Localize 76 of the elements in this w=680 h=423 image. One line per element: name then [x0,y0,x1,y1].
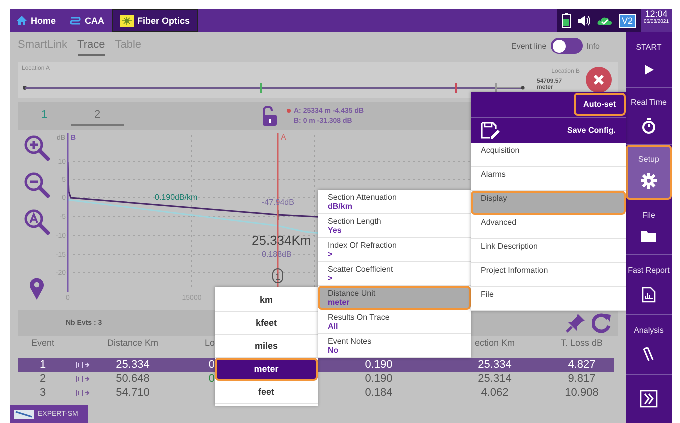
cursor-dot [287,109,291,113]
table-cell[interactable]: 4.062 [440,386,550,400]
slope-label: 0.190dB/km [155,193,198,202]
home-icon [17,16,27,25]
gear-icon [641,173,657,190]
speaker-icon [576,14,591,26]
stopwatch-icon [642,118,656,134]
setup-option[interactable]: Acquisition [471,143,626,167]
setting-row[interactable]: Section Attenuation dB/km [318,190,471,214]
pushpin-icon[interactable] [566,313,586,333]
setup-option[interactable]: Link Description [471,239,626,263]
setup-option[interactable]: Project Information [471,263,626,287]
cloud-check-icon [596,16,613,26]
double-line-icon [70,16,82,25]
close-button[interactable] [586,67,612,93]
column-header: Distance Km [106,338,160,348]
column-header: Event [30,338,56,348]
location-pin-icon[interactable] [28,278,44,300]
zoom-out-icon[interactable] [24,172,50,198]
save-config-button[interactable]: Save Config. [471,117,626,143]
column-header: ection Km [474,338,516,348]
refresh-icon[interactable] [592,313,612,333]
table-cell[interactable]: 9.817 [550,372,614,386]
setting-row[interactable]: Scatter Coefficient > [318,262,471,286]
unit-option[interactable]: feet [215,381,318,404]
top-tab[interactable]: CAA [63,9,112,32]
table-cell[interactable]: 54.710 [98,386,168,400]
folder-icon [641,230,657,244]
column-header: T. Loss dB [560,338,604,348]
table-cell[interactable]: 10.908 [550,386,614,400]
setting-row[interactable]: Results On Trace All [318,310,471,334]
table-cell[interactable]: 2 [18,372,68,386]
setting-row[interactable]: Section Length Yes [318,214,471,238]
top-tab[interactable]: Home [10,9,64,32]
unlocked-padlock-icon[interactable] [261,106,277,126]
version-badge: V2 [618,14,636,28]
fiber-module-icon [14,410,34,418]
column-header: Lo [204,338,215,348]
clock-time: 12:04 [645,9,668,19]
battery-icon [562,13,571,28]
cursor-label: A [281,133,286,142]
table-cell[interactable]: 0 [168,358,215,372]
starburst-icon [120,14,134,26]
table-cell[interactable]: 25.334 [98,358,168,372]
report-icon [642,286,656,303]
table-cell[interactable]: 3 [18,386,68,400]
save-edit-icon [481,122,501,139]
table-cell[interactable]: 50.648 [98,372,168,386]
table-cell[interactable]: 0.184 [318,386,440,400]
unit-option[interactable]: kfeet [215,312,318,335]
double-chevron-icon [640,390,658,408]
unit-option[interactable]: km [215,289,318,312]
table-cell[interactable]: 0.190 [318,358,440,372]
setup-option[interactable]: Display [471,191,626,215]
unit-option[interactable]: meter [215,358,318,381]
setting-row[interactable]: Event Notes No [318,334,471,358]
table-cell[interactable]: 4.827 [550,358,614,372]
setup-option[interactable]: Advanced [471,215,626,239]
table-cell[interactable]: 25.334 [440,358,550,372]
toggle-label: Info [586,42,600,50]
setup-option[interactable]: Alarms [471,167,626,191]
setup-option[interactable]: File [471,287,626,311]
toggle-switch[interactable] [550,38,583,54]
setting-row[interactable]: Index Of Refraction > [318,238,471,262]
sidebar-button[interactable]: Setup [626,145,672,200]
toggle-label: Event line [512,42,547,50]
setting-row[interactable]: Distance Unit meter [318,286,471,310]
play-icon [643,64,655,76]
close-icon [593,74,605,86]
zoom-in-icon[interactable] [24,135,50,161]
top-tab[interactable]: Fiber Optics [112,9,198,32]
table-cell[interactable]: 25.314 [440,372,550,386]
table-cell[interactable]: 0.190 [318,372,440,386]
auto-zoom-icon[interactable] [24,209,50,235]
table-cell[interactable]: 1 [18,358,68,372]
unit-option[interactable]: miles [215,335,318,358]
